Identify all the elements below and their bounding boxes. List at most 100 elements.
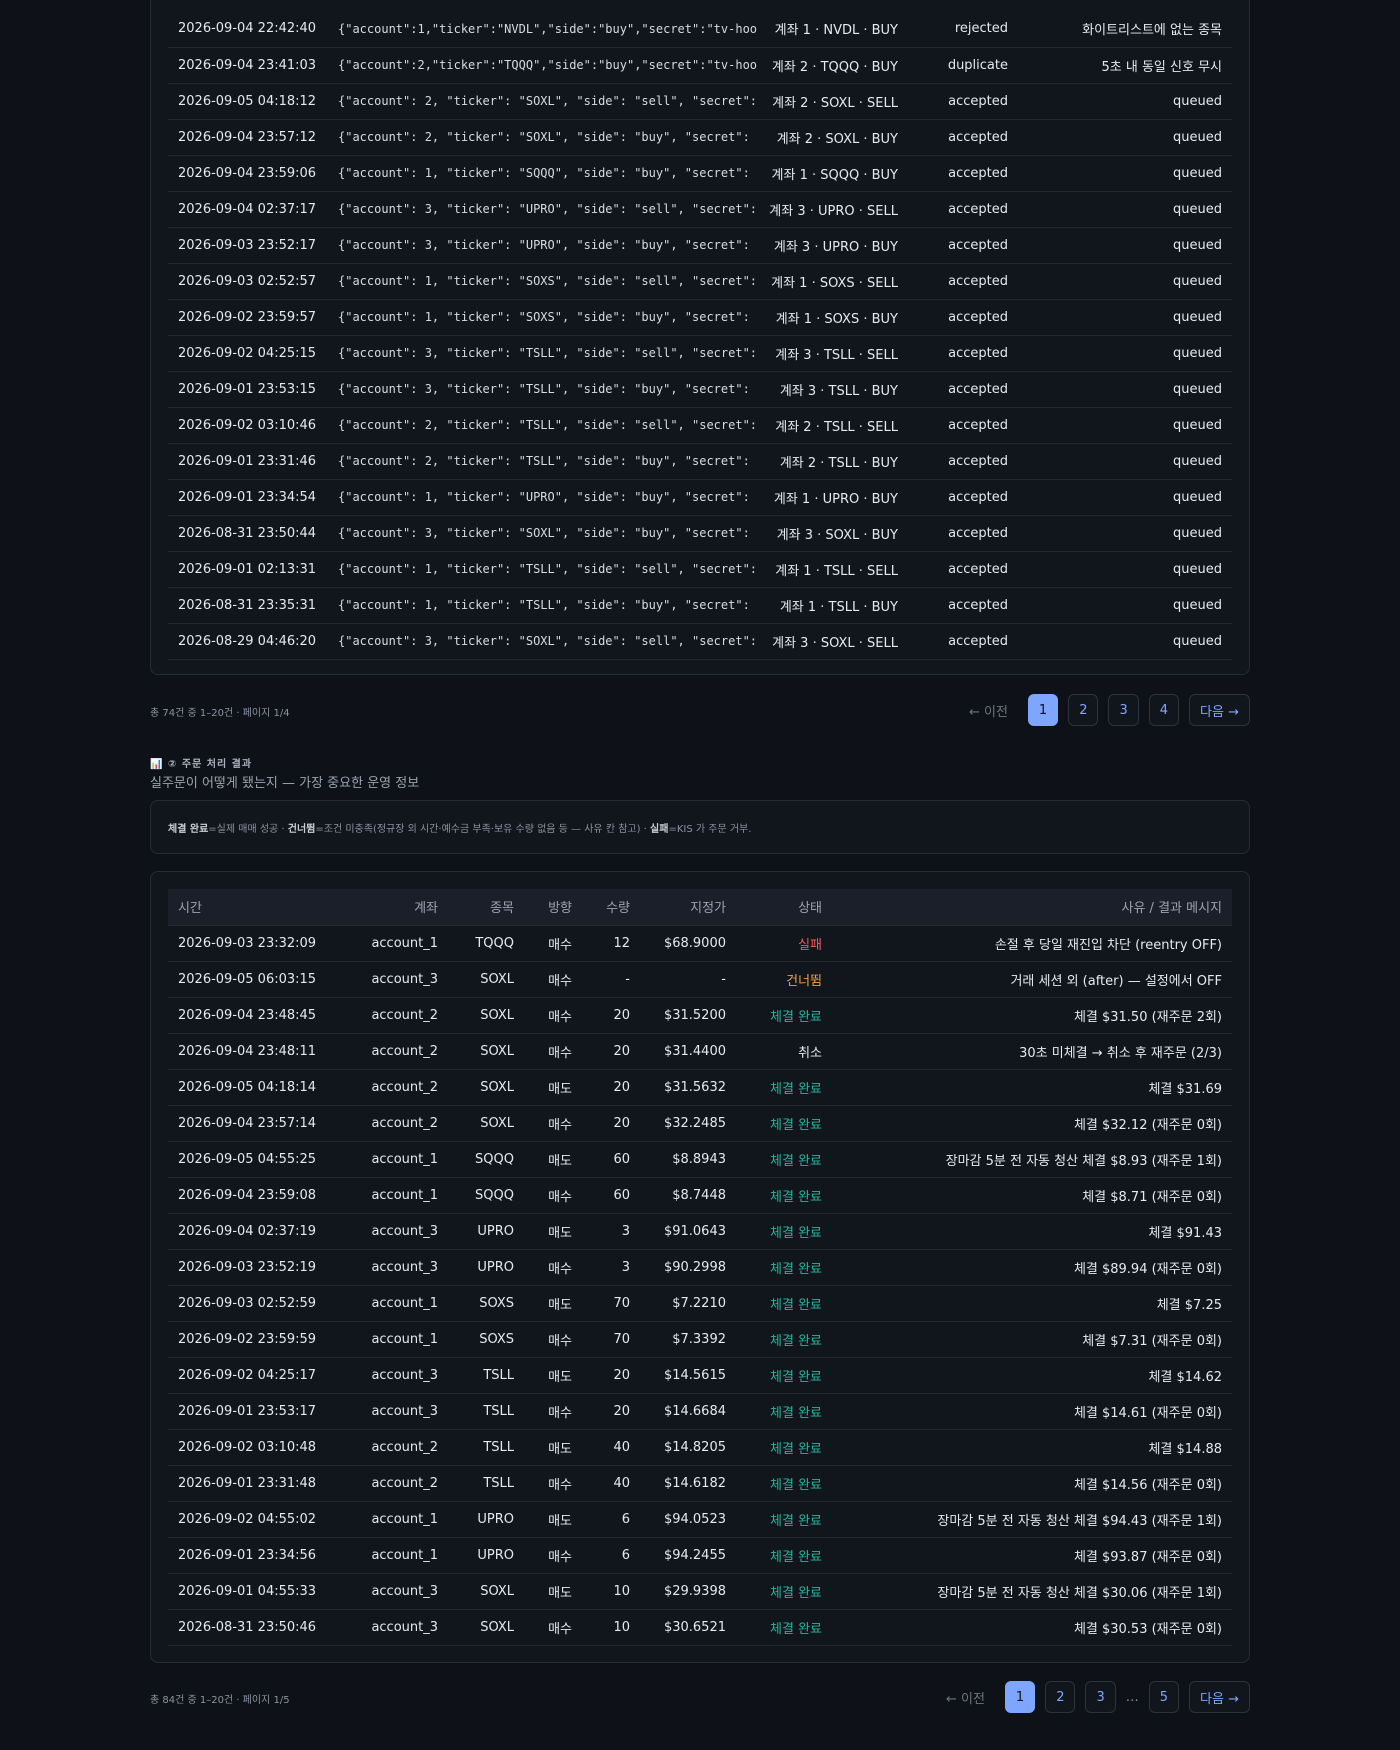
order-message-cell: 체결 $31.50 (재주문 2회) xyxy=(832,997,1232,1034)
order-message-cell: 30초 미체결 → 취소 후 재주문 (2/3) xyxy=(832,1033,1232,1070)
order-ticker-cell: UPRO xyxy=(448,1501,524,1538)
order-status-cell: 체결 완료 xyxy=(736,1069,832,1106)
wh-status-cell: accepted xyxy=(908,191,1018,228)
page-4-button[interactable]: 4 xyxy=(1148,694,1180,726)
order-ticker-cell: SOXL xyxy=(448,1573,524,1610)
order-side-cell: 매도 xyxy=(524,1285,582,1322)
wh-result-cell: queued xyxy=(1018,227,1232,264)
order-qty-cell: 20 xyxy=(582,1357,640,1394)
order-row: 2026-09-04 23:48:45 account_2 SOXL 매수 20 $31.… xyxy=(168,997,1232,1034)
col-header-account: 계좌 xyxy=(348,889,448,926)
order-account-cell: account_2 xyxy=(348,1069,448,1106)
order-price-cell: $14.6182 xyxy=(640,1465,736,1502)
order-account-cell: account_1 xyxy=(348,1285,448,1322)
order-message-cell: 체결 $8.71 (재주문 0회) xyxy=(832,1177,1232,1214)
order-ticker-cell: TSLL xyxy=(448,1393,524,1430)
page-2-button[interactable]: 2 xyxy=(1045,1681,1076,1713)
order-ticker-cell: SQQQ xyxy=(448,1177,524,1214)
order-ticker-cell: UPRO xyxy=(448,1537,524,1574)
page-1-button[interactable]: 1 xyxy=(1027,694,1059,726)
wh-time-cell: 2026-09-04 02:37:17 xyxy=(168,191,328,228)
wh-time-cell: 2026-09-02 03:10:46 xyxy=(168,407,328,444)
wh-status-cell: accepted xyxy=(908,83,1018,120)
order-row: 2026-09-02 23:59:59 account_1 SOXS 매수 70 $7.3… xyxy=(168,1321,1232,1358)
order-row: 2026-09-01 04:55:33 account_3 SOXL 매도 10 $29.… xyxy=(168,1573,1232,1610)
wh-status-cell: accepted xyxy=(908,299,1018,336)
order-qty-cell: 20 xyxy=(582,1393,640,1430)
order-time-cell: 2026-09-03 23:52:19 xyxy=(168,1249,348,1286)
page-3-button[interactable]: 3 xyxy=(1085,1681,1116,1713)
order-side-cell: 매수 xyxy=(524,1609,582,1646)
prev-page-button[interactable]: ← 이전 xyxy=(959,694,1018,726)
order-qty-cell: 6 xyxy=(582,1501,640,1538)
orders-card: 시간 계좌 종목 방향 수량 지정가 상태 사유 / 결과 메시지 2026-0… xyxy=(150,871,1250,1663)
wh-result-cell: queued xyxy=(1018,443,1232,480)
order-side-cell: 매도 xyxy=(524,1357,582,1394)
order-message-cell: 체결 $93.87 (재주문 0회) xyxy=(832,1537,1232,1574)
wh-time-cell: 2026-09-03 23:52:17 xyxy=(168,227,328,264)
order-row: 2026-09-03 23:52:19 account_3 UPRO 매수 3 $90.2… xyxy=(168,1249,1232,1286)
order-ticker-cell: SOXS xyxy=(448,1321,524,1358)
prev-page-button[interactable]: ← 이전 xyxy=(936,1681,995,1713)
order-ticker-cell: SOXL xyxy=(448,1609,524,1646)
page-1-button[interactable]: 1 xyxy=(1004,1681,1036,1713)
wh-parsed-cell: 계좌 3 · TSLL · SELL xyxy=(758,335,908,372)
order-status-cell: 체결 완료 xyxy=(736,1609,832,1646)
wh-parsed-cell: 계좌 3 · UPRO · BUY xyxy=(758,227,908,264)
wh-status-cell: accepted xyxy=(908,155,1018,192)
order-time-cell: 2026-09-02 23:59:59 xyxy=(168,1321,348,1358)
order-account-cell: account_1 xyxy=(348,1177,448,1214)
order-ticker-cell: SOXL xyxy=(448,1069,524,1106)
order-side-cell: 매수 xyxy=(524,997,582,1034)
order-status-cell: 체결 완료 xyxy=(736,1177,832,1214)
order-side-cell: 매수 xyxy=(524,1393,582,1430)
order-qty-cell: 10 xyxy=(582,1609,640,1646)
webhook-log-body: 2026-09-04 22:42:40 {"account":1,"ticker"… xyxy=(168,11,1232,660)
order-time-cell: 2026-09-01 23:31:48 xyxy=(168,1465,348,1502)
wh-payload-cell: {"account": 2, "ticker": "SOXL", "side":… xyxy=(328,119,758,156)
order-time-cell: 2026-09-03 23:32:09 xyxy=(168,925,348,962)
order-price-cell: $31.4400 xyxy=(640,1033,736,1070)
order-price-cell: $14.8205 xyxy=(640,1429,736,1466)
wh-time-cell: 2026-09-04 23:57:12 xyxy=(168,119,328,156)
order-time-cell: 2026-09-02 04:25:17 xyxy=(168,1357,348,1394)
order-price-cell: $68.9000 xyxy=(640,925,736,962)
wh-payload-cell: {"account": 3, "ticker": "TSLL", "side":… xyxy=(328,335,758,372)
order-ticker-cell: SOXS xyxy=(448,1285,524,1322)
order-qty-cell: 70 xyxy=(582,1285,640,1322)
order-price-cell: $32.2485 xyxy=(640,1105,736,1142)
order-row: 2026-09-02 04:25:17 account_3 TSLL 매도 20 $14.… xyxy=(168,1357,1232,1394)
page-5-button[interactable]: 5 xyxy=(1148,1681,1180,1713)
wh-status-cell: accepted xyxy=(908,263,1018,300)
wh-time-cell: 2026-09-04 23:41:03 xyxy=(168,47,328,84)
order-ticker-cell: SQQQ xyxy=(448,1141,524,1178)
wh-time-cell: 2026-08-31 23:35:31 xyxy=(168,587,328,624)
wh-parsed-cell: 계좌 3 · UPRO · SELL xyxy=(758,191,908,228)
webhook-row: 2026-08-29 04:46:20 {"account": 3, "ticke… xyxy=(168,623,1232,660)
wh-time-cell: 2026-09-01 23:31:46 xyxy=(168,443,328,480)
legend-filled-label: 체결 완료 xyxy=(168,823,209,835)
legend-failed-desc: =KIS 가 주문 거부. xyxy=(668,823,752,835)
order-time-cell: 2026-09-01 23:34:56 xyxy=(168,1537,348,1574)
order-time-cell: 2026-09-04 02:37:19 xyxy=(168,1213,348,1250)
status-legend: 체결 완료=실제 매매 성공 · 건너뜀=조건 미충족(정규장 외 시간·예수금… xyxy=(150,800,1250,854)
page-2-button[interactable]: 2 xyxy=(1068,694,1099,726)
wh-status-cell: accepted xyxy=(908,623,1018,660)
order-message-cell: 장마감 5분 전 자동 청산 체결 $8.93 (재주문 1회) xyxy=(832,1141,1232,1178)
next-page-button[interactable]: 다음 → xyxy=(1189,694,1250,726)
order-price-cell: $7.3392 xyxy=(640,1321,736,1358)
order-status-cell: 체결 완료 xyxy=(736,1465,832,1502)
order-message-cell: 장마감 5분 전 자동 청산 체결 $30.06 (재주문 1회) xyxy=(832,1573,1232,1610)
pagination-info: 총 84건 중 1–20건 · 페이지 1/5 xyxy=(150,1695,290,1706)
page-3-button[interactable]: 3 xyxy=(1108,694,1139,726)
wh-parsed-cell: 계좌 2 · TQQQ · BUY xyxy=(758,47,908,84)
order-time-cell: 2026-09-02 03:10:48 xyxy=(168,1429,348,1466)
order-row: 2026-09-04 23:48:11 account_2 SOXL 매수 20 $31.… xyxy=(168,1033,1232,1070)
order-status-cell: 체결 완료 xyxy=(736,1393,832,1430)
order-qty-cell: 40 xyxy=(582,1465,640,1502)
order-qty-cell: 20 xyxy=(582,1105,640,1142)
order-qty-cell: - xyxy=(582,961,640,998)
order-ticker-cell: SOXL xyxy=(448,997,524,1034)
next-page-button[interactable]: 다음 → xyxy=(1189,1681,1250,1713)
webhook-row: 2026-09-04 22:42:40 {"account":1,"ticker"… xyxy=(168,11,1232,48)
